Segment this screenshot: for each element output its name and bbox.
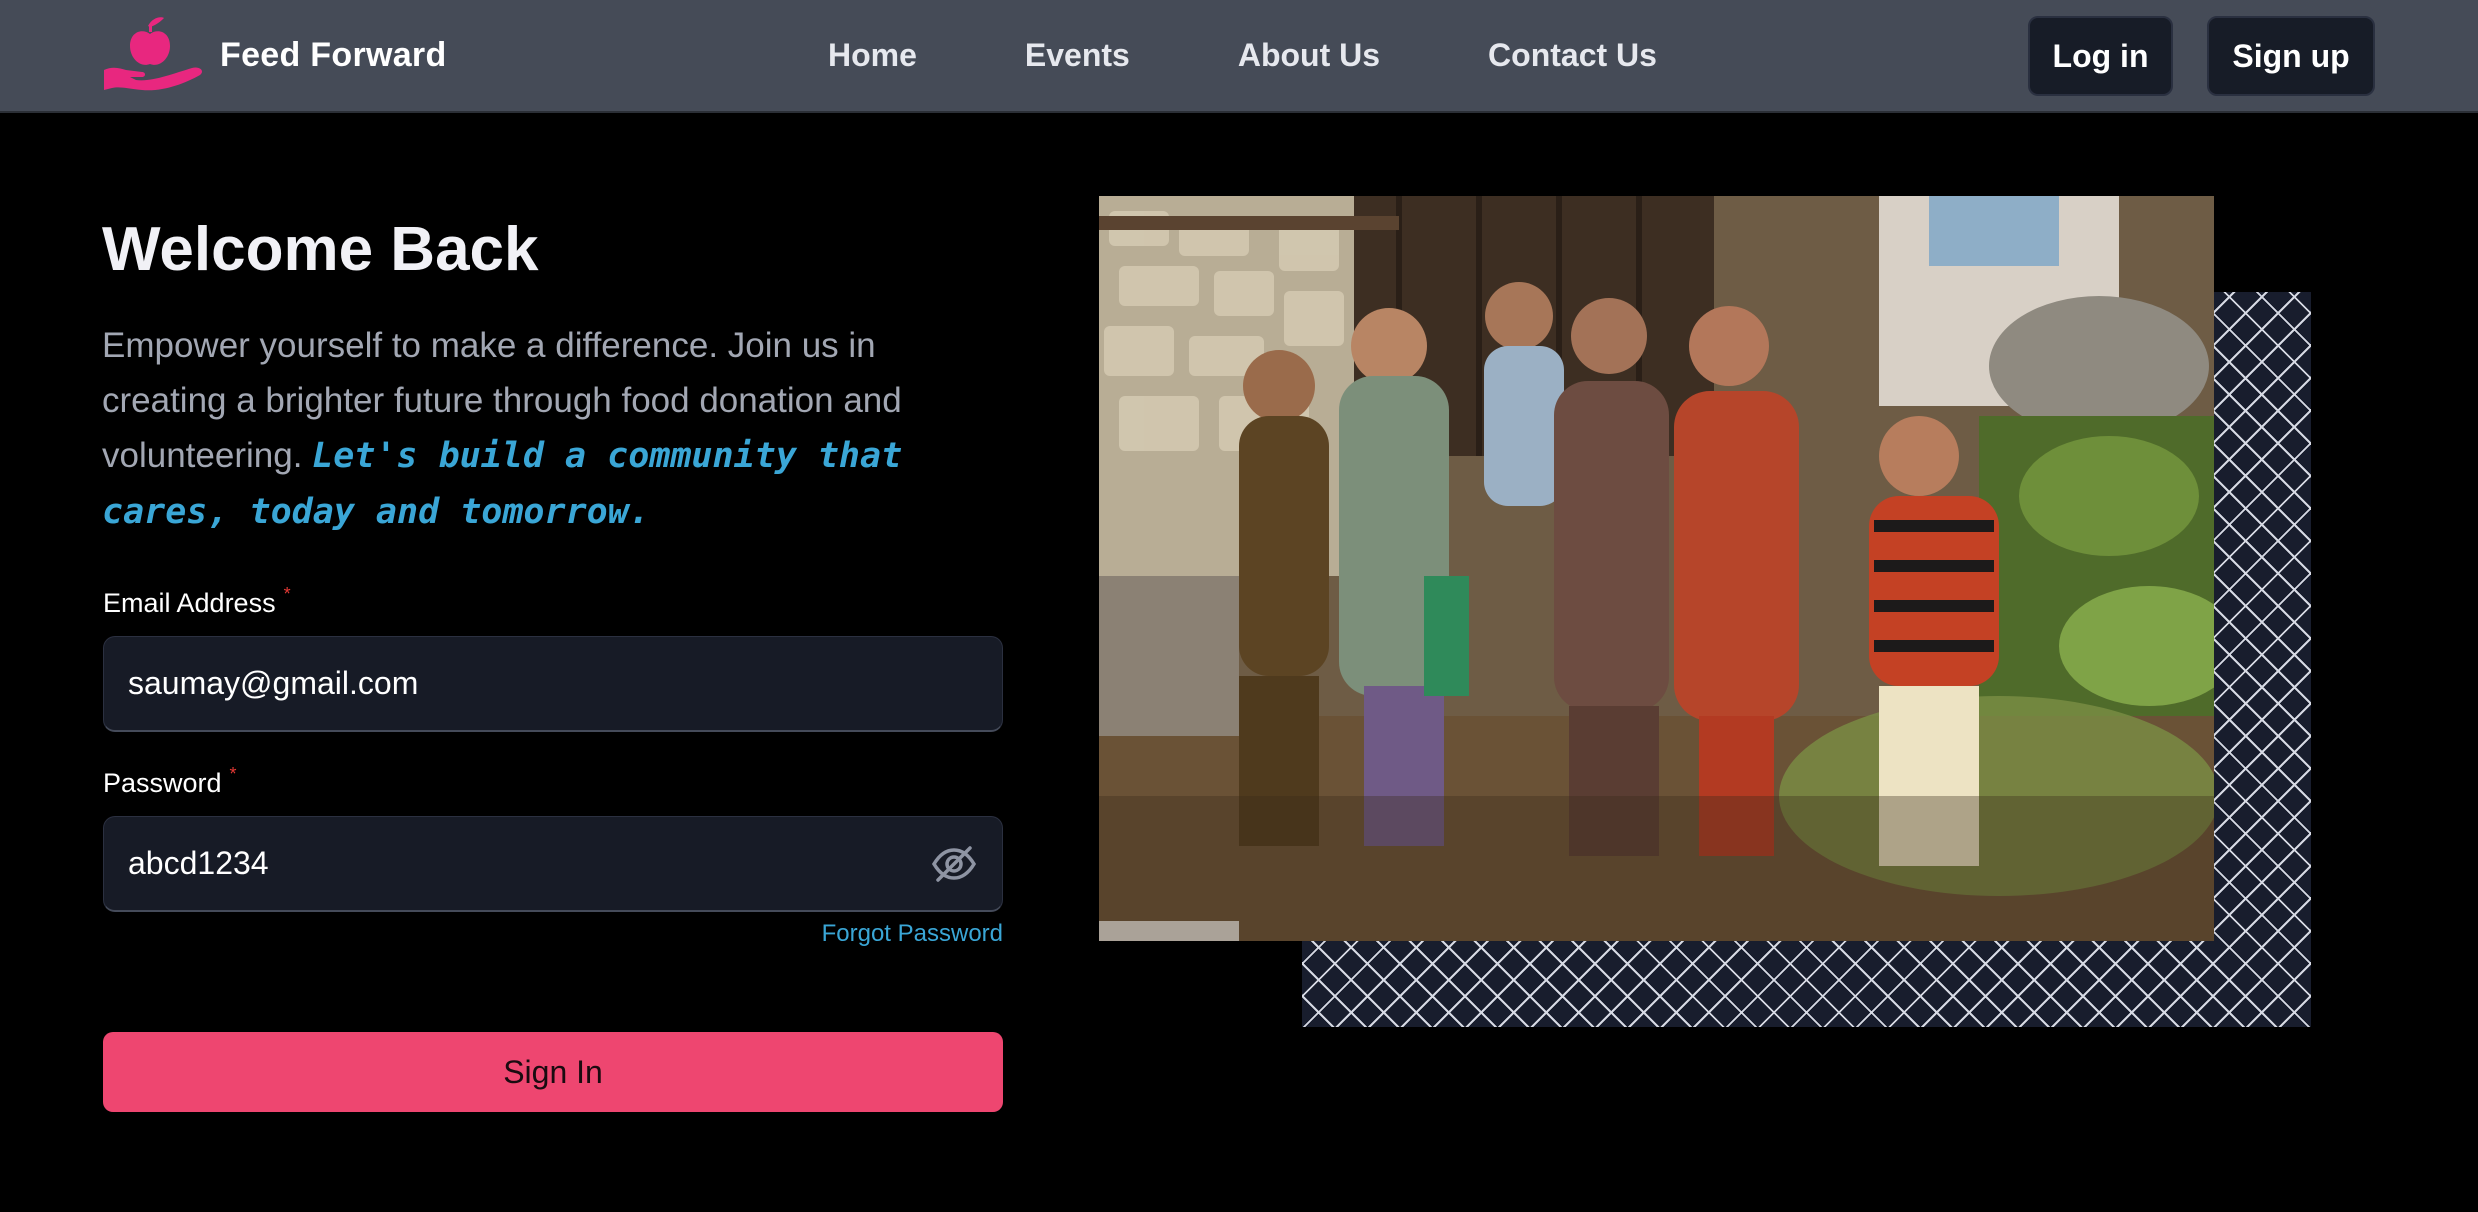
brand-name: Feed Forward [220,35,447,74]
login-button[interactable]: Log in [2028,16,2173,96]
required-marker: * [283,584,291,604]
nav-link-contact-us[interactable]: Contact Us [1488,37,1657,74]
brand-home-link[interactable]: Feed Forward [102,16,447,94]
top-navbar: Feed Forward Home Events About Us Contac… [0,0,2478,111]
email-label: Email Address * [103,584,291,619]
hero-photo [1099,196,2214,941]
password-field[interactable] [103,816,1003,912]
email-field[interactable] [103,636,1003,732]
email-label-text: Email Address [103,588,276,618]
password-label: Password * [103,764,237,799]
sign-in-button[interactable]: Sign In [103,1032,1003,1112]
page-title: Welcome Back [102,215,539,284]
intro-text: Empower yourself to make a difference. J… [102,318,982,540]
signup-button[interactable]: Sign up [2207,16,2375,96]
required-marker: * [229,764,237,784]
nav-link-events[interactable]: Events [1025,37,1130,74]
primary-nav: Home Events About Us Contact Us [828,0,1657,111]
eye-slash-icon[interactable] [930,840,978,888]
apple-in-hand-icon [104,17,203,91]
forgot-password-link[interactable]: Forgot Password [760,920,1003,948]
password-label-text: Password [103,768,222,798]
nav-link-home[interactable]: Home [828,37,917,74]
nav-link-about-us[interactable]: About Us [1238,37,1380,74]
